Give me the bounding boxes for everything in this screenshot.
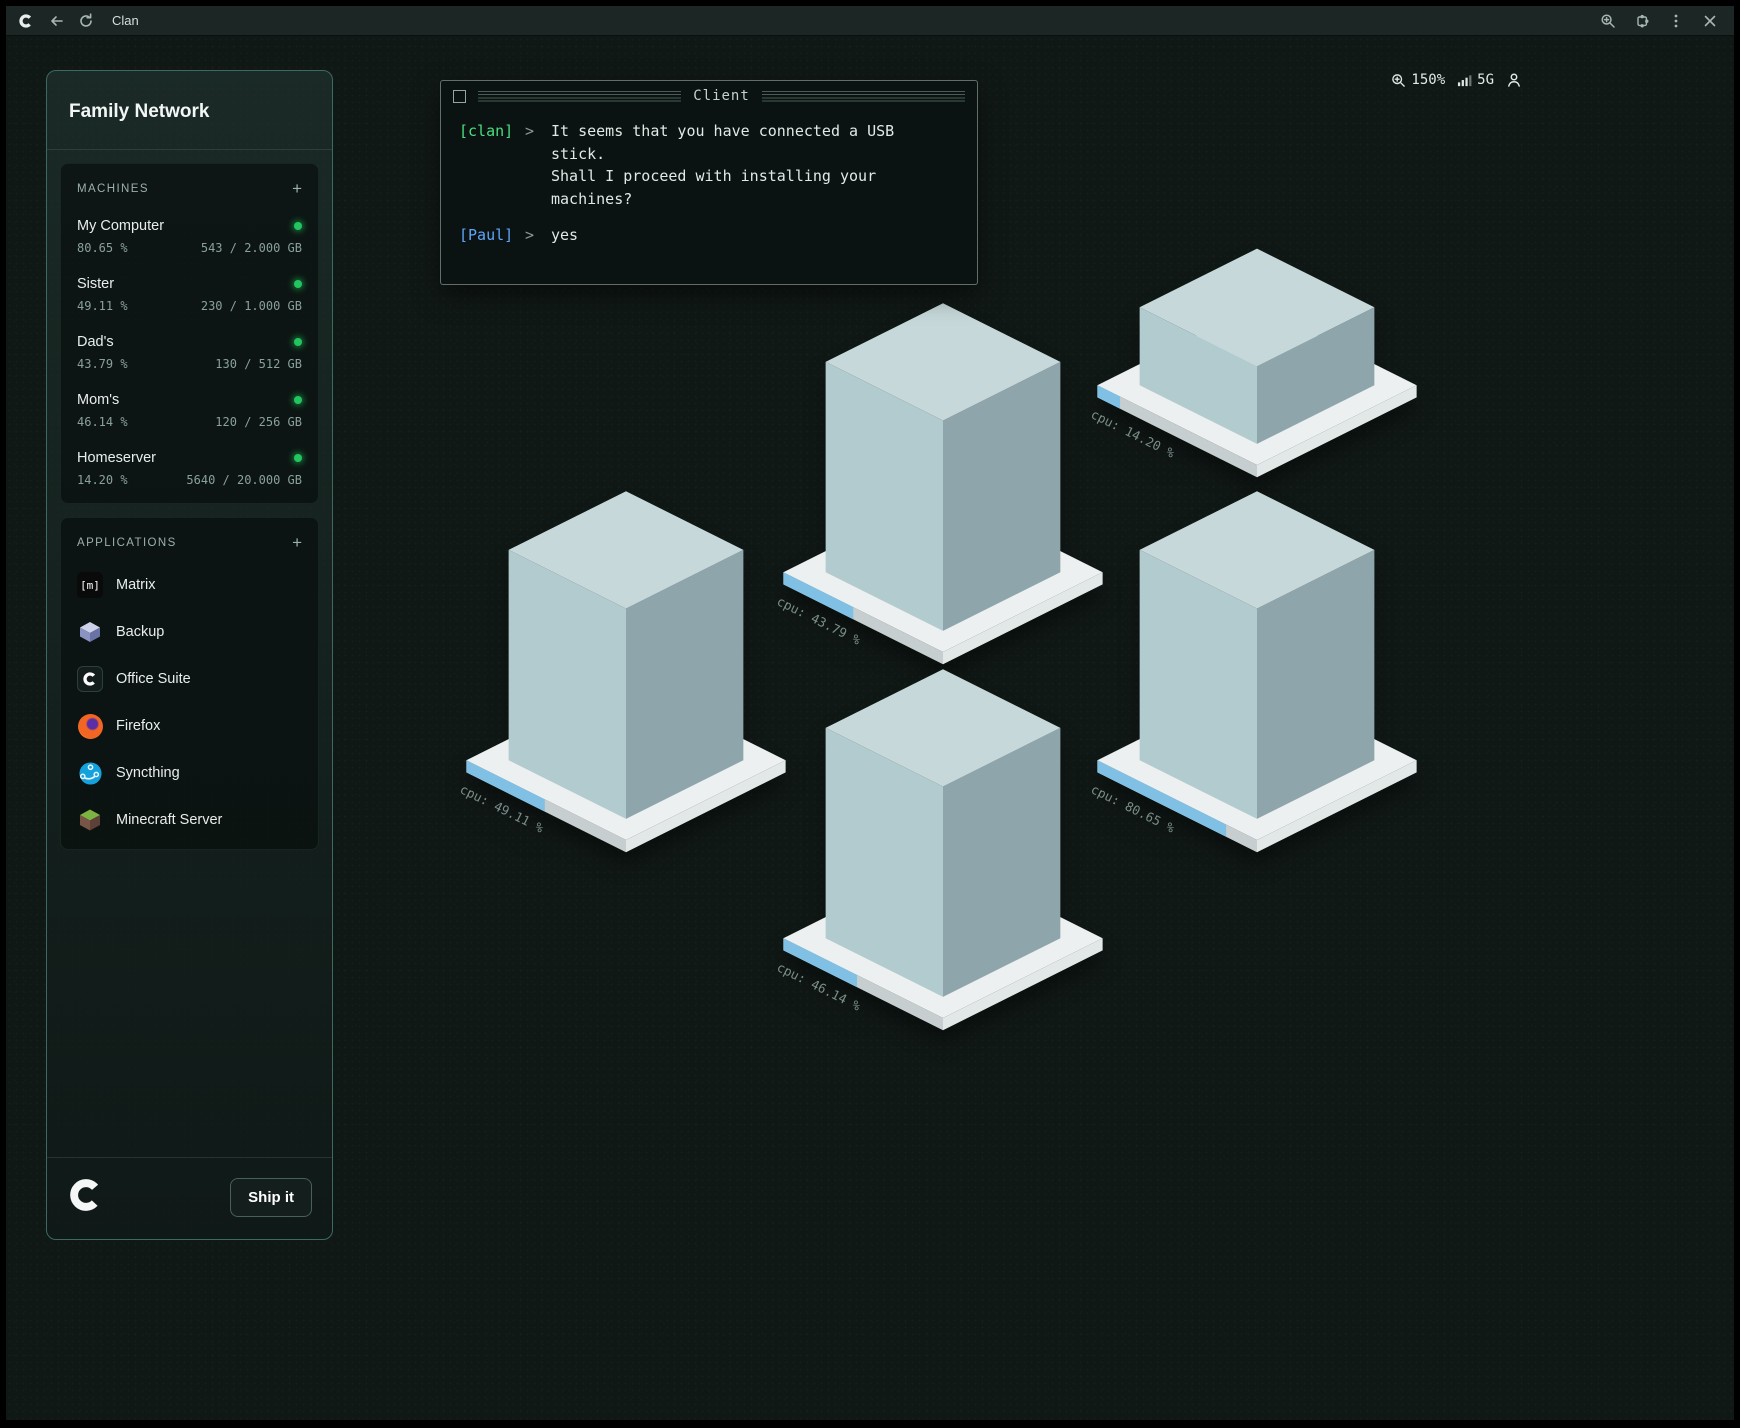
machine-name: Mom's — [77, 392, 119, 408]
machines-heading: MACHINES — [77, 183, 149, 195]
sender-paul: [Paul] — [459, 224, 515, 247]
machine-node-sister[interactable]: cpu: 49.11 % — [457, 469, 795, 873]
add-application-button[interactable]: + — [292, 534, 302, 551]
machine-cpu: 43.79 % — [77, 357, 128, 371]
iso-cube — [509, 491, 744, 819]
firefox-icon — [77, 713, 103, 739]
applications-heading: APPLICATIONS — [77, 537, 177, 549]
extensions-icon[interactable] — [1634, 13, 1650, 29]
machine-item-homeserver[interactable]: Homeserver 14.20 % 5640 / 20.000 GB — [77, 450, 302, 487]
titlebar-stripes-left — [478, 91, 681, 102]
prompt-glyph: > — [525, 120, 541, 210]
app-item-firefox[interactable]: Firefox — [77, 713, 302, 739]
machine-item-my-computer[interactable]: My Computer 80.65 % 543 / 2.000 GB — [77, 218, 302, 255]
menu-kebab-icon[interactable] — [1668, 13, 1684, 29]
app-label: Firefox — [116, 718, 160, 734]
app-window: Clan 150% 5G — [6, 6, 1734, 1420]
app-label: Matrix — [116, 577, 155, 593]
close-icon[interactable] — [1702, 13, 1718, 29]
iso-cube — [826, 669, 1061, 997]
sidebar-footer: Ship it — [47, 1157, 332, 1239]
app-item-syncthing[interactable]: Syncthing — [77, 760, 302, 786]
message-text: It seems that you have connected a USB s… — [551, 120, 931, 210]
window-checkbox-icon[interactable] — [453, 90, 466, 103]
machine-cpu: 46.14 % — [77, 415, 128, 429]
sidebar: Family Network MACHINES + My Computer 80… — [46, 70, 333, 1240]
message-text: yes — [551, 224, 931, 247]
tab-title: Clan — [112, 13, 139, 28]
online-status-dot — [294, 222, 302, 230]
online-status-dot — [294, 280, 302, 288]
titlebar-stripes-right — [762, 91, 965, 102]
app-label: Office Suite — [116, 671, 191, 687]
machine-memory: 543 / 2.000 GB — [201, 241, 302, 255]
sender-clan: [clan] — [459, 120, 515, 210]
minecraft-icon — [77, 807, 103, 833]
app-item-backup[interactable]: Backup — [77, 619, 302, 645]
iso-cube — [1140, 491, 1375, 819]
machine-node-homeserver[interactable]: cpu: 14.20 % — [1088, 94, 1426, 498]
app-label: Minecraft Server — [116, 812, 222, 828]
machine-memory: 130 / 512 GB — [215, 357, 302, 371]
chat-title: Client — [693, 88, 750, 104]
machine-node-my-computer[interactable]: cpu: 80.65 % — [1088, 469, 1426, 873]
client-chat-window: Client [clan] > It seems that you have c… — [440, 80, 978, 285]
chat-message-clan: [clan] > It seems that you have connecte… — [459, 120, 959, 210]
backup-icon — [77, 619, 103, 645]
app-label: Syncthing — [116, 765, 180, 781]
iso-cube — [826, 303, 1061, 631]
machine-memory: 5640 / 20.000 GB — [186, 473, 302, 487]
app-item-matrix[interactable]: [m] Matrix — [77, 572, 302, 598]
back-icon[interactable] — [48, 13, 64, 29]
app-item-office-suite[interactable]: Office Suite — [77, 666, 302, 692]
ship-it-button[interactable]: Ship it — [230, 1178, 312, 1217]
online-status-dot — [294, 338, 302, 346]
applications-section: APPLICATIONS + [m] Matrix Backup — [60, 517, 319, 850]
add-machine-button[interactable]: + — [292, 180, 302, 197]
machine-cpu: 14.20 % — [77, 473, 128, 487]
online-status-dot — [294, 454, 302, 462]
machine-cpu: 49.11 % — [77, 299, 128, 313]
machine-name: My Computer — [77, 218, 164, 234]
reload-icon[interactable] — [78, 13, 94, 29]
machine-item-dads[interactable]: Dad's 43.79 % 130 / 512 GB — [77, 334, 302, 371]
office-suite-icon — [77, 666, 103, 692]
syncthing-icon — [77, 760, 103, 786]
chat-body: [clan] > It seems that you have connecte… — [441, 108, 977, 259]
machine-name: Dad's — [77, 334, 114, 350]
machine-cpu: 80.65 % — [77, 241, 128, 255]
app-item-minecraft-server[interactable]: Minecraft Server — [77, 807, 302, 833]
machine-item-moms[interactable]: Mom's 46.14 % 120 / 256 GB — [77, 392, 302, 429]
app-label: Backup — [116, 624, 164, 640]
machine-name: Homeserver — [77, 450, 156, 466]
clan-logo-icon — [67, 1176, 105, 1219]
machine-item-sister[interactable]: Sister 49.11 % 230 / 1.000 GB — [77, 276, 302, 313]
canvas: 150% 5G cpu: 14.20 % — [6, 36, 1734, 1420]
machine-memory: 230 / 1.000 GB — [201, 299, 302, 313]
page-title: Family Network — [47, 71, 332, 150]
matrix-icon: [m] — [77, 572, 103, 598]
online-status-dot — [294, 396, 302, 404]
clan-logo-icon — [18, 13, 34, 29]
chat-message-paul: [Paul] > yes — [459, 224, 959, 247]
chat-titlebar: Client — [441, 81, 977, 108]
prompt-glyph: > — [525, 224, 541, 247]
machine-memory: 120 / 256 GB — [215, 415, 302, 429]
browser-chrome: Clan — [6, 6, 1734, 36]
machine-node-mom-s[interactable]: cpu: 46.14 % — [774, 647, 1112, 1051]
machine-node-dad-s[interactable]: cpu: 43.79 % — [774, 281, 1112, 685]
zoom-in-icon[interactable] — [1600, 13, 1616, 29]
machines-section: MACHINES + My Computer 80.65 % 543 / 2.0… — [60, 163, 319, 504]
machine-name: Sister — [77, 276, 114, 292]
